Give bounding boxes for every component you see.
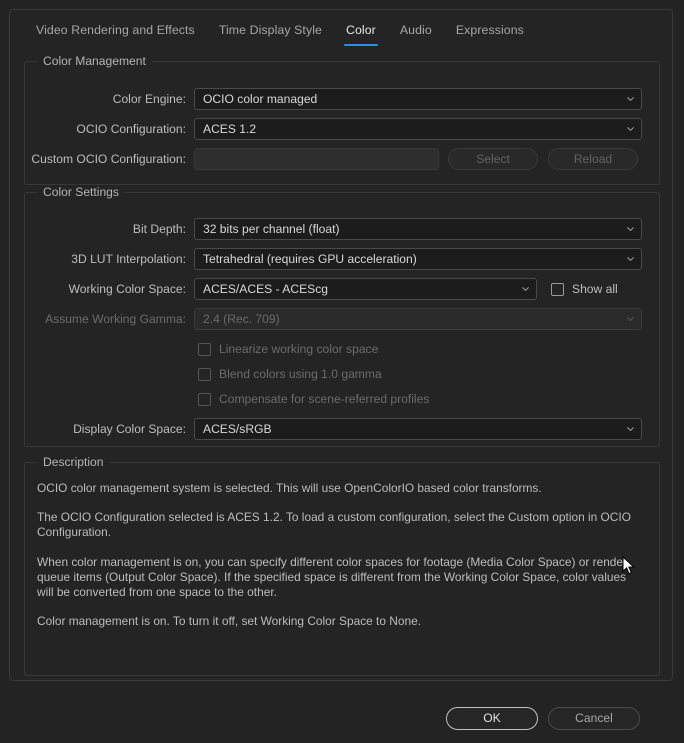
display-color-space-label: Display Color Space: [73, 422, 186, 436]
tab-bar: Video Rendering and Effects Time Display… [10, 10, 672, 48]
tab-label: Expressions [455, 23, 524, 37]
chevron-down-icon [627, 257, 634, 261]
working-color-space-select[interactable]: ACES/ACES - ACEScg [194, 278, 537, 300]
compensate-scene-referred-row: Compensate for scene-referred profiles [198, 390, 429, 408]
color-engine-row: Color Engine: OCIO color managed [25, 88, 659, 110]
color-engine-value: OCIO color managed [203, 92, 318, 106]
lut-interpolation-select[interactable]: Tetrahedral (requires GPU acceleration) [194, 248, 642, 270]
linearize-working-color-space-label: Linearize working color space [219, 342, 379, 356]
reload-button[interactable]: Reload [548, 148, 638, 170]
tab-color[interactable]: Color [334, 23, 388, 46]
cancel-button-label: Cancel [575, 711, 613, 725]
color-settings-group: Color Settings Bit Depth: 32 bits per ch… [24, 185, 660, 447]
assume-working-gamma-row: Assume Working Gamma: 2.4 (Rec. 709) [25, 308, 659, 330]
color-settings-legend: Color Settings [37, 185, 125, 199]
preferences-dialog: Video Rendering and Effects Time Display… [9, 9, 673, 681]
tab-video-rendering-and-effects[interactable]: Video Rendering and Effects [24, 23, 207, 46]
working-color-space-label: Working Color Space: [68, 282, 186, 296]
lut-interpolation-label: 3D LUT Interpolation: [71, 252, 186, 266]
chevron-down-icon [522, 287, 529, 291]
tab-label: Time Display Style [218, 23, 322, 37]
custom-ocio-configuration-label: Custom OCIO Configuration: [31, 152, 186, 166]
description-body: OCIO color management system is selected… [37, 481, 645, 629]
custom-ocio-configuration-input[interactable] [194, 148, 439, 170]
assume-working-gamma-select[interactable]: 2.4 (Rec. 709) [194, 308, 642, 330]
description-legend: Description [37, 455, 110, 469]
ocio-configuration-select[interactable]: ACES 1.2 [194, 118, 642, 140]
chevron-down-icon [627, 97, 634, 101]
description-paragraph: The OCIO Configuration selected is ACES … [37, 510, 631, 540]
assume-working-gamma-label: Assume Working Gamma: [45, 312, 186, 326]
dialog-footer: OK Cancel [0, 706, 684, 730]
tab-time-display-style[interactable]: Time Display Style [207, 23, 334, 46]
working-color-space-row: Working Color Space: ACES/ACES - ACEScg … [25, 278, 659, 300]
lut-interpolation-value: Tetrahedral (requires GPU acceleration) [203, 252, 417, 266]
chevron-down-icon [627, 127, 634, 131]
show-all-label: Show all [572, 282, 618, 296]
show-all-checkbox[interactable] [551, 282, 564, 296]
bit-depth-select[interactable]: 32 bits per channel (float) [194, 218, 642, 240]
ok-button-label: OK [483, 711, 501, 725]
select-button-label: Select [476, 152, 510, 166]
ocio-configuration-value: ACES 1.2 [203, 122, 257, 136]
color-engine-select[interactable]: OCIO color managed [194, 88, 642, 110]
compensate-scene-referred-checkbox[interactable] [198, 392, 211, 406]
bit-depth-value: 32 bits per channel (float) [203, 222, 340, 236]
blend-colors-1-0-gamma-label: Blend colors using 1.0 gamma [219, 367, 382, 381]
cancel-button[interactable]: Cancel [548, 706, 640, 730]
tab-label: Audio [399, 23, 432, 37]
tab-audio[interactable]: Audio [388, 23, 444, 46]
color-management-group: Color Management Color Engine: OCIO colo… [24, 54, 660, 185]
compensate-scene-referred-label: Compensate for scene-referred profiles [219, 392, 430, 406]
reload-button-label: Reload [573, 152, 613, 166]
bit-depth-row: Bit Depth: 32 bits per channel (float) [25, 218, 659, 240]
chevron-down-icon [627, 227, 634, 231]
ocio-configuration-row: OCIO Configuration: ACES 1.2 [25, 118, 659, 140]
chevron-down-icon [627, 317, 634, 321]
color-management-legend: Color Management [37, 54, 152, 68]
blend-colors-1-0-gamma-checkbox[interactable] [198, 367, 211, 381]
display-color-space-select[interactable]: ACES/sRGB [194, 418, 642, 440]
description-paragraph: When color management is on, you can spe… [37, 554, 627, 600]
linearize-working-color-space-row: Linearize working color space [198, 340, 378, 358]
tab-expressions[interactable]: Expressions [444, 23, 536, 46]
lut-interpolation-row: 3D LUT Interpolation: Tetrahedral (requi… [25, 248, 659, 270]
tab-label: Color [345, 23, 376, 37]
blend-colors-1-0-gamma-row: Blend colors using 1.0 gamma [198, 365, 382, 383]
chevron-down-icon [627, 427, 634, 431]
description-paragraph: Color management is on. To turn it off, … [37, 614, 421, 629]
description-paragraph: OCIO color management system is selected… [37, 481, 542, 495]
linearize-working-color-space-checkbox[interactable] [198, 342, 211, 356]
display-color-space-value: ACES/sRGB [203, 422, 272, 436]
display-color-space-row: Display Color Space: ACES/sRGB [25, 418, 659, 440]
description-group: Description OCIO color management system… [24, 455, 660, 676]
ok-button[interactable]: OK [446, 706, 538, 730]
ocio-configuration-label: OCIO Configuration: [76, 122, 186, 136]
working-color-space-value: ACES/ACES - ACEScg [203, 282, 329, 296]
custom-ocio-configuration-row: Custom OCIO Configuration: Select Reload [25, 148, 659, 170]
select-button[interactable]: Select [448, 148, 538, 170]
bit-depth-label: Bit Depth: [132, 222, 186, 236]
tab-label: Video Rendering and Effects [36, 23, 195, 37]
color-engine-label: Color Engine: [112, 92, 186, 106]
assume-working-gamma-value: 2.4 (Rec. 709) [203, 312, 280, 326]
